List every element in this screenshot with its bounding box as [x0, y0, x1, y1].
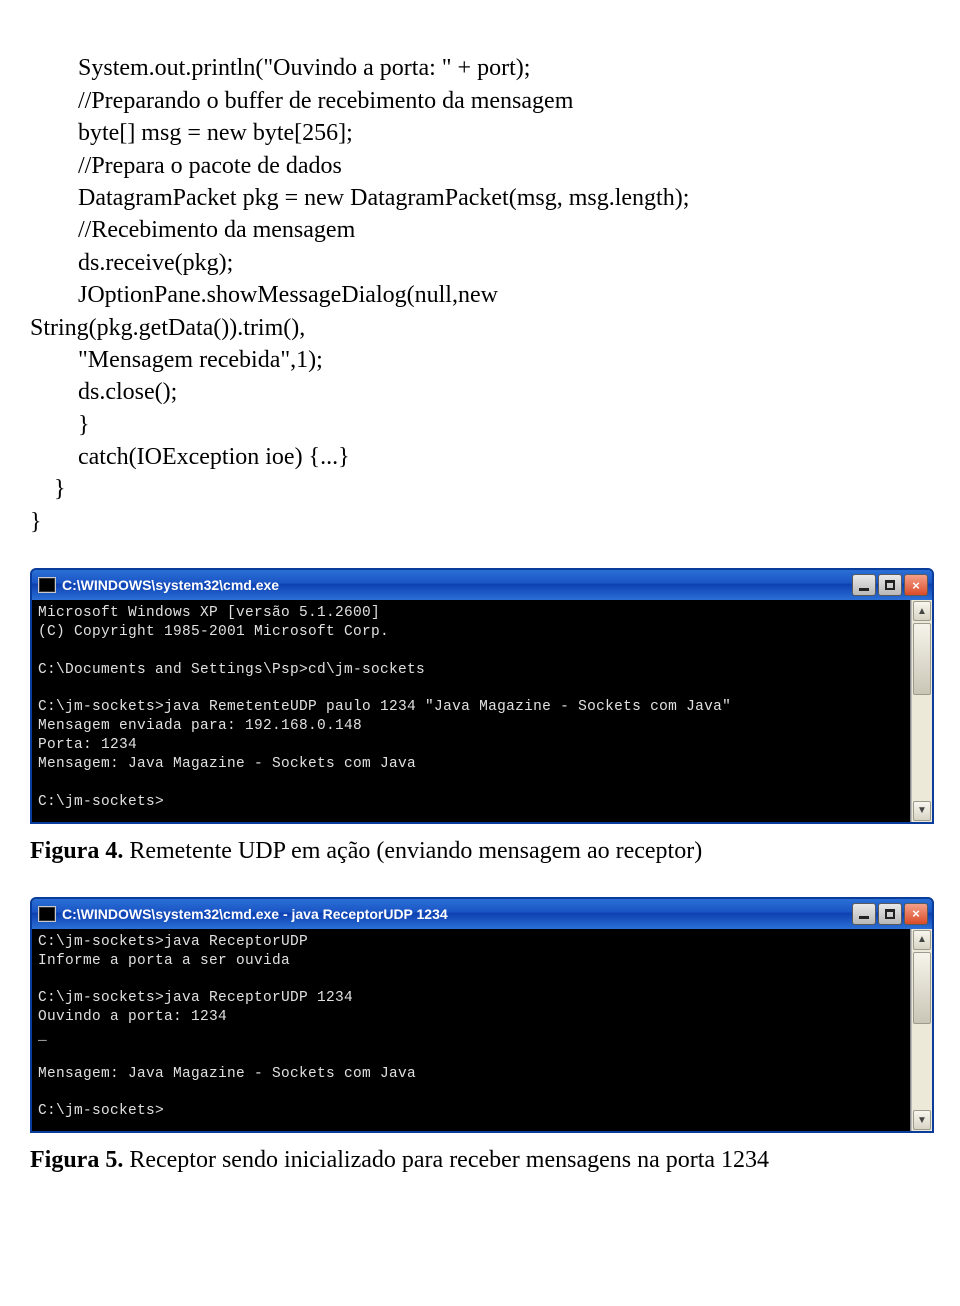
term-line: (C) Copyright 1985-2001 Microsoft Corp. — [38, 624, 389, 640]
window-titlebar[interactable]: C:\WINDOWS\system32\cmd.exe × — [32, 570, 932, 600]
code-line: JOptionPane.showMessageDialog(null,new — [30, 282, 498, 308]
cmd-window-receptor: C:\WINDOWS\system32\cmd.exe - java Recep… — [30, 897, 934, 1133]
scroll-up-button[interactable]: ▲ — [913, 601, 931, 621]
window-title: C:\WINDOWS\system32\cmd.exe — [62, 577, 852, 593]
terminal-wrap: C:\jm-sockets>java ReceptorUDP Informe a… — [32, 929, 932, 1131]
titlebar-buttons: × — [852, 574, 928, 596]
term-line: Mensagem: Java Magazine - Sockets com Ja… — [38, 1066, 416, 1082]
minimize-button[interactable] — [852, 903, 876, 925]
term-line: C:\jm-sockets>java ReceptorUDP 1234 — [38, 990, 353, 1006]
caption-text: Remetente UDP em ação (enviando mensagem… — [123, 838, 702, 864]
code-line: System.out.println("Ouvindo a porta: " +… — [30, 55, 530, 81]
vertical-scrollbar[interactable]: ▲ ▼ — [911, 929, 932, 1131]
term-line: C:\jm-sockets>java ReceptorUDP — [38, 934, 308, 950]
term-line: Mensagem enviada para: 192.168.0.148 — [38, 718, 362, 734]
cmd-icon — [38, 577, 56, 593]
code-line: catch(IOException ioe) {...} — [30, 444, 350, 470]
code-line: //Preparando o buffer de recebimento da … — [30, 88, 573, 114]
code-line: DatagramPacket pkg = new DatagramPacket(… — [30, 185, 689, 211]
code-line: byte[] msg = new byte[256]; — [30, 120, 353, 146]
maximize-icon — [885, 909, 895, 919]
code-line: } — [30, 476, 66, 502]
terminal-output[interactable]: Microsoft Windows XP [versão 5.1.2600] (… — [32, 600, 911, 821]
term-line: C:\jm-sockets> — [38, 794, 164, 810]
code-line: } — [30, 509, 42, 535]
maximize-button[interactable] — [878, 574, 902, 596]
term-line: Porta: 1234 — [38, 737, 137, 753]
code-line: //Recebimento da mensagem — [30, 217, 355, 243]
figure-5-caption: Figura 5. Receptor sendo inicializado pa… — [30, 1145, 930, 1176]
close-button[interactable]: × — [904, 903, 928, 925]
code-line: //Prepara o pacote de dados — [30, 153, 342, 179]
code-line: ds.close(); — [30, 379, 177, 405]
terminal-output[interactable]: C:\jm-sockets>java ReceptorUDP Informe a… — [32, 929, 911, 1131]
term-line: _ — [38, 1028, 47, 1044]
scroll-down-button[interactable]: ▼ — [913, 1110, 931, 1130]
caption-label: Figura 5. — [30, 1147, 123, 1173]
code-line: "Mensagem recebida",1); — [30, 347, 323, 373]
cmd-icon — [38, 906, 56, 922]
term-line: C:\jm-sockets>java RemetenteUDP paulo 12… — [38, 699, 731, 715]
caption-text: Receptor sendo inicializado para receber… — [123, 1147, 769, 1173]
scroll-thumb[interactable] — [913, 623, 931, 695]
vertical-scrollbar[interactable]: ▲ ▼ — [911, 600, 932, 821]
code-block: System.out.println("Ouvindo a porta: " +… — [30, 20, 930, 538]
code-line: ds.receive(pkg); — [30, 250, 233, 276]
caption-label: Figura 4. — [30, 838, 123, 864]
term-line: Microsoft Windows XP [versão 5.1.2600] — [38, 605, 380, 621]
term-line: Mensagem: Java Magazine - Sockets com Ja… — [38, 756, 416, 772]
code-line: } — [30, 412, 90, 438]
scroll-track[interactable] — [913, 1025, 931, 1109]
window-title: C:\WINDOWS\system32\cmd.exe - java Recep… — [62, 906, 852, 922]
scroll-thumb[interactable] — [913, 952, 931, 1024]
scroll-down-button[interactable]: ▼ — [913, 801, 931, 821]
term-line: C:\Documents and Settings\Psp>cd\jm-sock… — [38, 662, 425, 678]
term-line: C:\jm-sockets> — [38, 1103, 164, 1119]
minimize-icon — [859, 588, 869, 591]
minimize-icon — [859, 916, 869, 919]
term-line: Ouvindo a porta: 1234 — [38, 1009, 227, 1025]
code-line: String(pkg.getData()).trim(), — [30, 315, 305, 341]
maximize-icon — [885, 580, 895, 590]
terminal-wrap: Microsoft Windows XP [versão 5.1.2600] (… — [32, 600, 932, 821]
close-button[interactable]: × — [904, 574, 928, 596]
window-titlebar[interactable]: C:\WINDOWS\system32\cmd.exe - java Recep… — [32, 899, 932, 929]
scroll-up-button[interactable]: ▲ — [913, 930, 931, 950]
titlebar-buttons: × — [852, 903, 928, 925]
minimize-button[interactable] — [852, 574, 876, 596]
maximize-button[interactable] — [878, 903, 902, 925]
term-line: Informe a porta a ser ouvida — [38, 953, 290, 969]
figure-4-caption: Figura 4. Remetente UDP em ação (enviand… — [30, 836, 930, 867]
scroll-track[interactable] — [913, 696, 931, 799]
cmd-window-remetente: C:\WINDOWS\system32\cmd.exe × Microsoft … — [30, 568, 934, 823]
